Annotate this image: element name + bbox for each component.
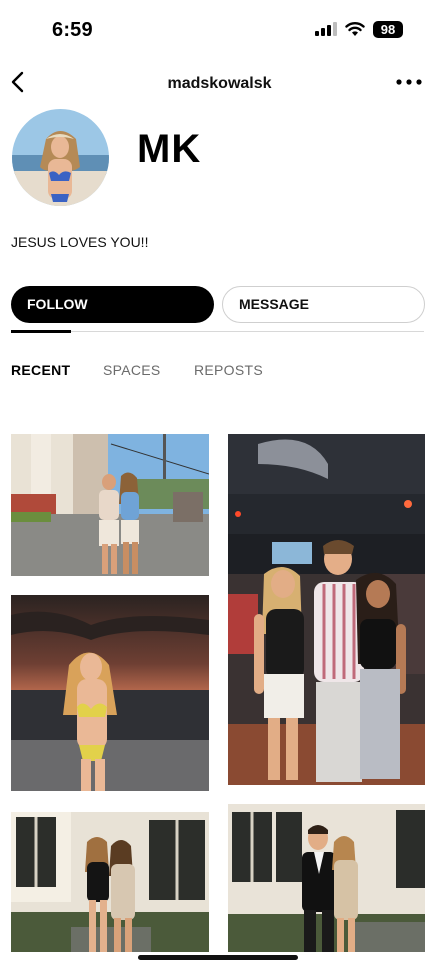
- signal-icon: [315, 22, 337, 36]
- profile-name: MK: [137, 127, 202, 171]
- nav-bar: madskowalsk: [0, 64, 439, 104]
- status-time: 6:59: [52, 19, 93, 41]
- post-photo[interactable]: [11, 812, 209, 952]
- tab-spaces[interactable]: SPACES: [103, 362, 161, 378]
- wifi-icon: [345, 22, 365, 36]
- post-photo[interactable]: [11, 434, 209, 576]
- message-button[interactable]: MESSAGE: [222, 286, 425, 323]
- battery-level: 98: [380, 22, 396, 37]
- post-photo[interactable]: [228, 434, 425, 785]
- divider: [11, 331, 424, 332]
- post-photo[interactable]: [11, 595, 209, 791]
- status-bar: 6:59 98: [0, 0, 439, 58]
- avatar[interactable]: [12, 109, 109, 206]
- home-indicator[interactable]: [138, 955, 298, 960]
- follow-button[interactable]: FOLLOW: [11, 286, 214, 323]
- tab-recent[interactable]: RECENT: [11, 362, 70, 378]
- username-title: madskowalsk: [167, 75, 272, 92]
- tab-reposts[interactable]: REPOSTS: [194, 362, 263, 378]
- profile-bio: JESUS LOVES YOU!!: [11, 234, 149, 250]
- divider-active-indicator: [11, 330, 71, 333]
- post-photo[interactable]: [228, 804, 425, 952]
- more-horizontal-icon[interactable]: [396, 77, 422, 87]
- battery-icon: 98: [373, 21, 403, 38]
